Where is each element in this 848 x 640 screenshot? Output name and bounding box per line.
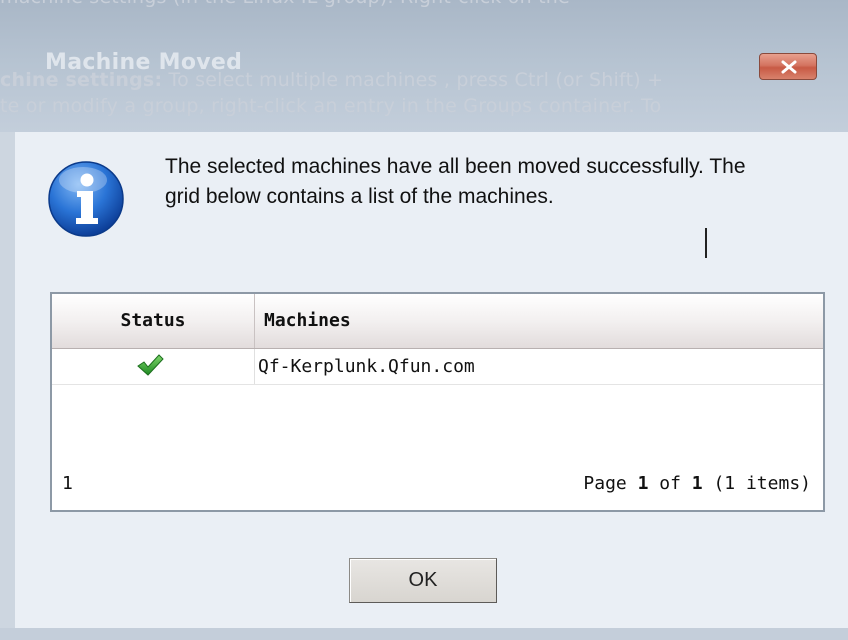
table-row[interactable]: Qf-Kerplunk.Qfun.com bbox=[52, 349, 823, 385]
row-machine-name: Qf-Kerplunk.Qfun.com bbox=[258, 356, 475, 377]
close-x-icon bbox=[781, 60, 797, 74]
column-header-machines[interactable]: Machines bbox=[264, 294, 351, 348]
info-icon bbox=[48, 161, 124, 237]
success-check-icon bbox=[137, 354, 164, 376]
pager-info: Page 1 of 1 (1 items) bbox=[583, 473, 811, 494]
machines-grid[interactable]: Status Machines Qf-Kerplunk.Qfun.com 1 P… bbox=[50, 292, 825, 512]
grid-footer: 1 Page 1 of 1 (1 items) bbox=[52, 457, 823, 510]
row-status-cell bbox=[52, 349, 255, 384]
dialog-message: The selected machines have all been move… bbox=[165, 155, 746, 208]
background-heading-text: machine settings (in the Linux IL group)… bbox=[0, 0, 570, 8]
background-instructions-line-2: te or modify a group, right-click an ent… bbox=[0, 95, 662, 117]
dialog-left-border bbox=[0, 132, 15, 628]
dialog-title: Machine Moved bbox=[45, 50, 243, 75]
grid-empty-area bbox=[52, 385, 823, 457]
row-count: 1 bbox=[62, 473, 73, 494]
close-button[interactable] bbox=[759, 53, 817, 80]
dialog-bottom-border bbox=[0, 628, 848, 640]
text-cursor bbox=[705, 228, 707, 258]
column-header-status[interactable]: Status bbox=[52, 294, 255, 348]
ok-button[interactable]: OK bbox=[349, 558, 497, 603]
grid-header: Status Machines bbox=[52, 294, 823, 349]
